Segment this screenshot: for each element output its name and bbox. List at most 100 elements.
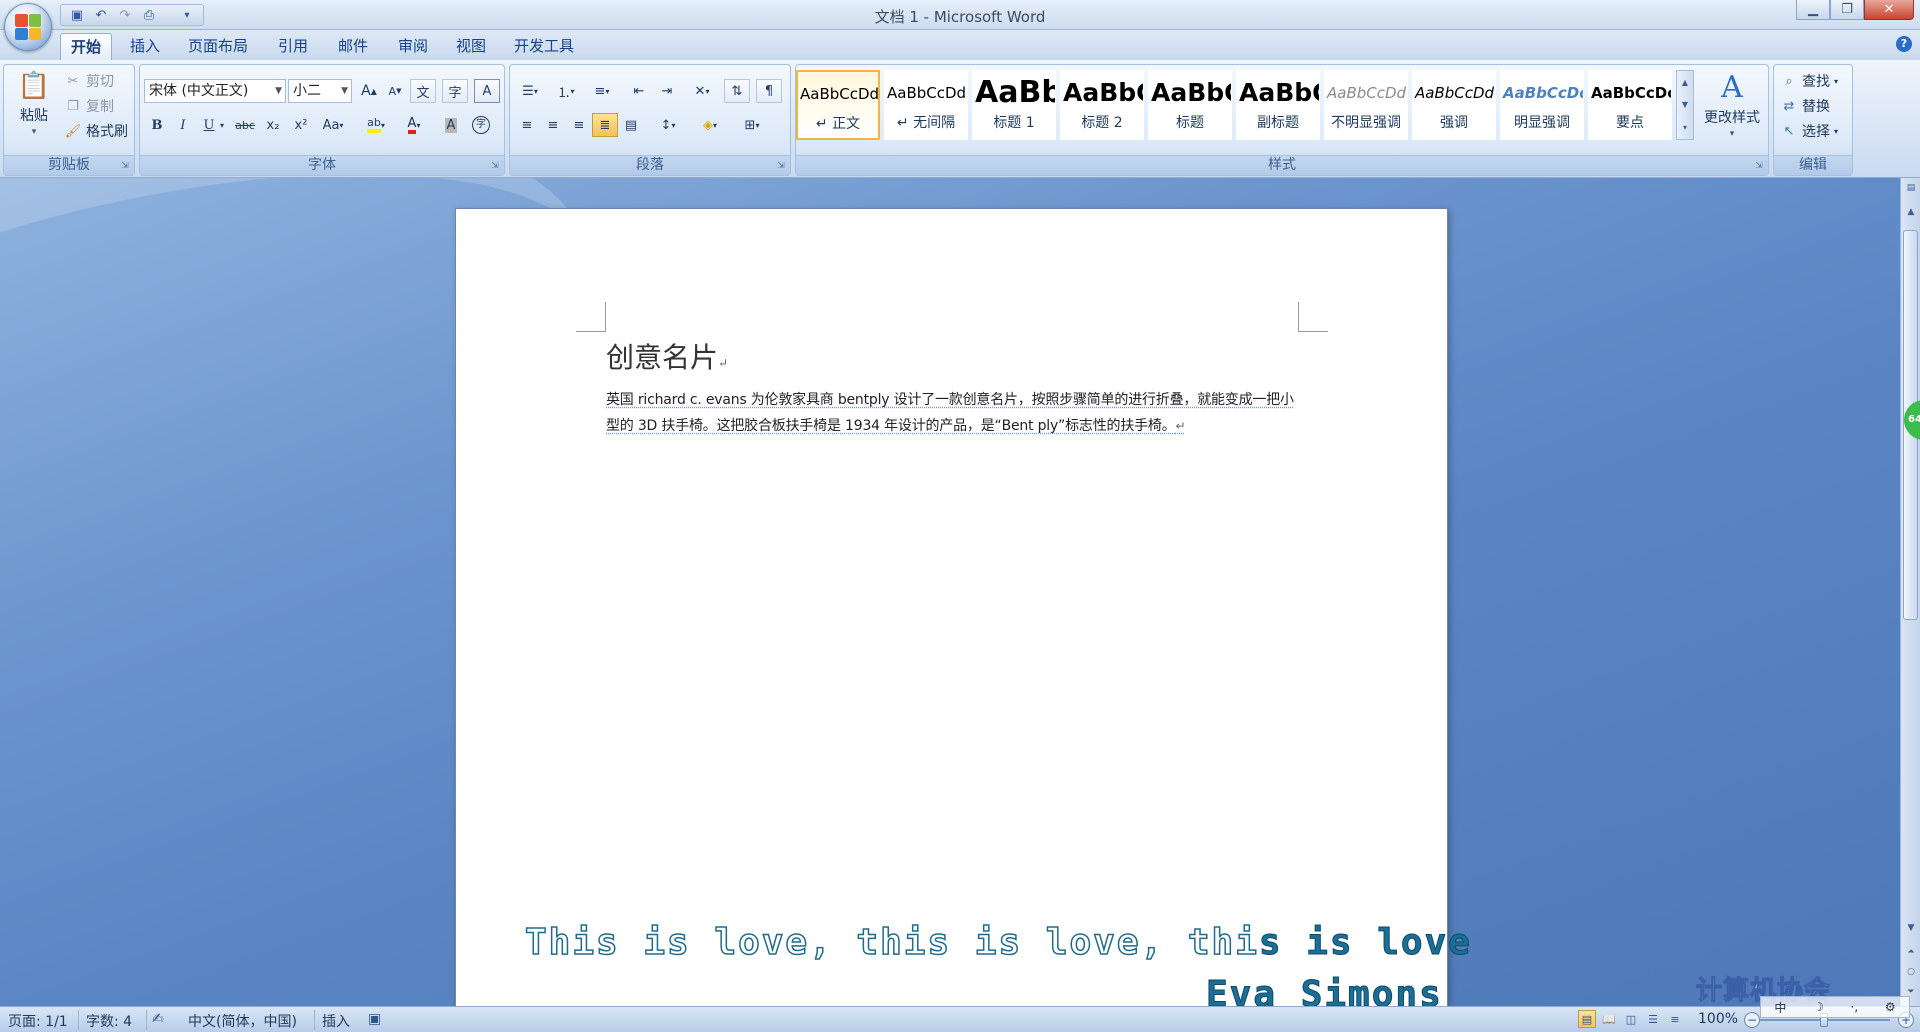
justify-button[interactable]: ≣	[592, 113, 618, 137]
tab-page-layout[interactable]: 页面布局	[178, 33, 258, 60]
ime-mode-icon[interactable]: 中	[1774, 999, 1786, 1016]
style-title[interactable]: AaBbC 标题	[1148, 70, 1232, 140]
minimize-button[interactable]: ▁	[1796, 0, 1830, 20]
font-launcher-icon[interactable]: ⇲	[489, 160, 501, 172]
numbering-button[interactable]: ⒈ ▾	[550, 79, 582, 103]
tab-home[interactable]: 开始	[60, 33, 113, 60]
align-center-button[interactable]: ≡	[540, 113, 566, 137]
change-styles-button[interactable]: A 更改样式 ▾	[1698, 69, 1766, 140]
document-page[interactable]: 创意名片↵ 英国 richard c. evans 为伦敦家具商 bentply…	[455, 208, 1448, 1006]
replace-button[interactable]: ⇄ 替换	[1780, 96, 1830, 116]
status-language[interactable]: 中文(简体，中国)	[188, 1011, 297, 1031]
select-button[interactable]: ↖ 选择 ▾	[1780, 121, 1838, 141]
find-button[interactable]: ⌕ 查找 ▾	[1780, 71, 1838, 91]
style-strong[interactable]: AaBbCcDc 要点	[1588, 70, 1672, 140]
italic-button[interactable]: I	[170, 113, 196, 137]
office-button[interactable]	[4, 3, 52, 51]
style-heading-1[interactable]: AaBb 标题 1	[972, 70, 1056, 140]
change-case-button[interactable]: Aa ▾	[316, 113, 350, 137]
bold-button[interactable]: B	[144, 113, 170, 137]
status-insert-mode[interactable]: 插入	[322, 1011, 350, 1031]
styles-launcher-icon[interactable]: ⇲	[1753, 160, 1765, 172]
paragraph-launcher-icon[interactable]: ⇲	[775, 160, 787, 172]
document-paragraph[interactable]: 英国 richard c. evans 为伦敦家具商 bentply 设计了一款…	[606, 387, 1306, 439]
copy-button[interactable]: ❐ 复制	[64, 96, 114, 116]
draft-view-icon[interactable]: ≡	[1666, 1010, 1684, 1028]
help-icon[interactable]: ?	[1896, 36, 1912, 52]
zoom-level[interactable]: 100%	[1698, 1011, 1738, 1027]
shading-button[interactable]: ◈ ▾	[692, 113, 728, 137]
vertical-scrollbar[interactable]: ▤ ▲ ▼ ⏶ ○ ⏷	[1900, 178, 1920, 1006]
font-color-button[interactable]: A ▾	[396, 113, 432, 137]
style-subtle-emphasis[interactable]: AaBbCcDd 不明显强调	[1324, 70, 1408, 140]
previous-page-icon[interactable]: ⏶	[1903, 944, 1919, 960]
tab-developer[interactable]: 开发工具	[504, 33, 584, 60]
ime-settings-icon[interactable]: ⚙	[1885, 1000, 1896, 1014]
sort-button[interactable]: ⇅	[724, 79, 750, 103]
scroll-up-icon[interactable]: ▲	[1682, 78, 1688, 87]
chinese-layout-button[interactable]: ✕ ▾	[686, 79, 718, 103]
clear-format-button[interactable]: 文	[410, 79, 436, 103]
superscript-button[interactable]: x²	[288, 113, 314, 137]
tab-view[interactable]: 视图	[446, 33, 496, 60]
style-no-spacing[interactable]: AaBbCcDd ↵ 无间隔	[884, 70, 968, 140]
show-marks-button[interactable]: ¶	[756, 79, 782, 103]
scroll-up-icon[interactable]: ▲	[1903, 204, 1919, 220]
style-intense-emphasis[interactable]: AaBbCcDd 明显强调	[1500, 70, 1584, 140]
status-page[interactable]: 页面: 1/1	[8, 1011, 68, 1031]
style-heading-2[interactable]: AaBbC 标题 2	[1060, 70, 1144, 140]
proofing-icon[interactable]: ✍	[152, 1011, 164, 1027]
character-border-button[interactable]: A	[474, 79, 500, 103]
style-emphasis[interactable]: AaBbCcDd 强调	[1412, 70, 1496, 140]
ime-moon-icon[interactable]: ☽	[1813, 1000, 1824, 1014]
ruler-toggle-icon[interactable]: ▤	[1903, 180, 1919, 196]
macro-record-icon[interactable]: ▣	[368, 1011, 381, 1027]
clipboard-launcher-icon[interactable]: ⇲	[119, 160, 131, 172]
underline-dropdown[interactable]: ▾	[216, 113, 228, 137]
borders-button[interactable]: ⊞ ▾	[734, 113, 770, 137]
bullets-button[interactable]: ☰ ▾	[514, 79, 546, 103]
increase-indent-button[interactable]: ⇥	[654, 79, 680, 103]
align-left-button[interactable]: ≡	[514, 113, 540, 137]
browse-object-icon[interactable]: ○	[1903, 964, 1919, 980]
enclose-character-button[interactable]: 字	[468, 113, 494, 137]
font-name-combo[interactable]: 宋体 (中文正文) ▼	[144, 79, 286, 103]
zoom-out-icon[interactable]: −	[1744, 1012, 1760, 1028]
distributed-button[interactable]: ▤	[618, 113, 644, 137]
scroll-down-icon[interactable]: ▼	[1903, 920, 1919, 936]
highlight-button[interactable]: ab ▾	[358, 113, 394, 137]
close-button[interactable]: ✕	[1864, 0, 1914, 20]
full-screen-reading-icon[interactable]: 📖	[1600, 1010, 1618, 1028]
style-subtitle[interactable]: AaBbC 副标题	[1236, 70, 1320, 140]
tab-insert[interactable]: 插入	[120, 33, 170, 60]
maximize-button[interactable]: ❐	[1830, 0, 1864, 20]
tab-mailings[interactable]: 邮件	[328, 33, 378, 60]
status-word-count[interactable]: 字数: 4	[86, 1011, 132, 1031]
style-gallery-scroll[interactable]: ▲ ▼ ▾	[1676, 70, 1694, 140]
multilevel-list-button[interactable]: ≡ ▾	[586, 79, 618, 103]
char-shading-button[interactable]: A	[438, 113, 464, 137]
shrink-font-button[interactable]: A ▼	[382, 79, 408, 103]
ime-punct-icon[interactable]: ·,	[1851, 1000, 1859, 1014]
scroll-down-icon[interactable]: ▼	[1682, 100, 1688, 109]
style-normal[interactable]: AaBbCcDd ↵ 正文	[796, 70, 880, 140]
outline-view-icon[interactable]: ☰	[1644, 1010, 1662, 1028]
cut-button[interactable]: ✂ 剪切	[64, 71, 114, 91]
decrease-indent-button[interactable]: ⇤	[626, 79, 652, 103]
align-right-button[interactable]: ≡	[566, 113, 592, 137]
format-painter-button[interactable]: 🖌 格式刷	[64, 121, 128, 141]
web-layout-icon[interactable]: ◫	[1622, 1010, 1640, 1028]
tab-review[interactable]: 审阅	[388, 33, 438, 60]
print-layout-view-icon[interactable]: ▤	[1578, 1010, 1596, 1028]
line-spacing-button[interactable]: ↕ ▾	[652, 113, 684, 137]
strikethrough-button[interactable]: abc	[232, 113, 258, 137]
document-title[interactable]: 创意名片↵	[606, 336, 728, 376]
phonetic-guide-button[interactable]: 字	[442, 79, 468, 103]
subscript-button[interactable]: x₂	[260, 113, 286, 137]
paste-button[interactable]: 📋 粘贴 ▾	[12, 69, 56, 137]
grow-font-button[interactable]: A ▲	[356, 79, 382, 103]
font-size-combo[interactable]: 小二 ▼	[288, 79, 352, 103]
tab-references[interactable]: 引用	[268, 33, 318, 60]
gallery-more-icon[interactable]: ▾	[1683, 123, 1687, 132]
ime-toolbar[interactable]: 中 ☽ ·, ⚙	[1760, 996, 1910, 1018]
